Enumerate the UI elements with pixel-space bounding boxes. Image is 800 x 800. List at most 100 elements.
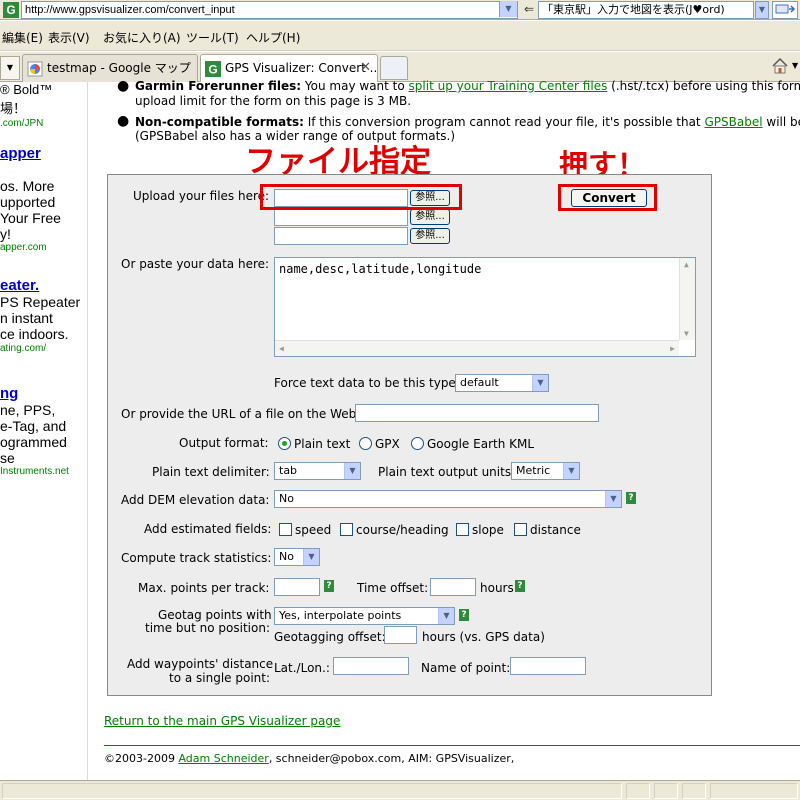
help-icon[interactable]: ? [626,492,636,504]
delimiter-value: tab [279,464,298,477]
checkbox-course-label: course/heading [356,523,449,537]
stats-select[interactable]: No ▼ [274,548,320,566]
help-icon[interactable]: ? [324,580,334,592]
ad-text: n instant [0,310,53,326]
left-ad-column: ® Bold™ 場！ .com/JPN apper os. More uppor… [0,82,87,490]
radio-gpx[interactable] [359,437,372,450]
annotation-convert-highlight [558,184,657,211]
paste-data-textarea[interactable]: name,desc,latitude,longitude ▲ ▼ ◀ ▶ [274,257,696,357]
address-dropdown-icon[interactable]: ▼ [499,1,517,17]
tab-list-chevron-icon[interactable]: ▼ [0,56,20,80]
split-training-center-link[interactable]: split up your Training Center files [409,79,608,93]
search-input[interactable]: 「東京駅」入力で地図を表示(J♥ord) [538,1,754,19]
help-icon[interactable]: ? [459,609,469,621]
chevron-down-icon: ▼ [344,463,360,479]
upload-file-input-3[interactable] [274,227,408,245]
checkbox-course-heading[interactable] [340,523,353,536]
search-dropdown-icon[interactable]: ▼ [755,1,769,19]
chevron-down-icon: ▼ [532,375,548,391]
help-icon[interactable]: ? [515,580,525,592]
noncompat-note: Non-compatible formats: If this conversi… [135,115,800,129]
ad-text: e-Tag, and [0,418,67,434]
tab-testmap[interactable]: testmap - Google マップ [22,54,198,82]
scroll-up-arrow-icon[interactable]: ▲ [684,260,689,269]
ad-url[interactable]: Instruments.net [0,466,69,477]
browse-button-3[interactable]: 参照... [410,228,450,244]
status-text-panel [2,783,622,799]
menu-edit[interactable]: 編集(E) [2,29,43,46]
search-go-button[interactable] [772,1,798,19]
ad-url[interactable]: .com/JPN [0,118,43,129]
status-panel [654,783,678,799]
estimated-fields-label: Add estimated fields: [144,522,272,536]
author-link[interactable]: Adam Schneider [178,752,268,765]
upload-label: Upload your files here: [133,189,270,203]
radio-plain-text[interactable] [278,437,291,450]
ad-text: y! [0,226,11,242]
chevron-down-icon: ▼ [438,608,454,624]
max-points-input[interactable] [274,578,320,596]
delimiter-select[interactable]: tab ▼ [274,462,361,480]
scroll-right-arrow-icon[interactable]: ▶ [670,344,675,353]
textarea-horizontal-scrollbar[interactable]: ◀ ▶ [275,340,679,356]
menu-view[interactable]: 表示(V) [48,29,90,46]
geotag-hours-label: hours (vs. GPS data) [422,630,545,644]
home-dropdown-icon[interactable]: ▼ [792,61,798,70]
units-label: Plain text output units: [378,465,516,479]
noncompat-text-2: will be able [766,115,800,129]
tab-label: GPS Visualizer: Convert ... [225,61,378,75]
scroll-down-arrow-icon[interactable]: ▼ [684,329,689,338]
url-input[interactable] [355,404,599,422]
geotag-offset-input[interactable] [384,626,417,644]
ad-text: upported [0,194,56,210]
ad-title-link[interactable]: ng [0,385,18,402]
ad-title-link[interactable]: eater. [0,277,39,294]
radio-kml-label: Google Earth KML [427,437,535,451]
point-name-input[interactable] [510,657,586,675]
hours-label: hours [480,581,514,595]
google-maps-favicon-icon [27,61,43,77]
return-main-page-link[interactable]: Return to the main GPS Visualizer page [104,714,340,728]
menu-bar: 編集(E) 表示(V) お気に入り(A) ツール(T) ヘルプ(H) [0,21,800,51]
scroll-left-arrow-icon[interactable]: ◀ [279,344,284,353]
new-tab-button[interactable] [380,56,408,80]
ad-url[interactable]: ating.com/ [0,343,46,354]
search-back-arrow-icon[interactable]: ⇐ [524,2,534,16]
dem-select[interactable]: No ▼ [274,490,622,508]
tab-label: testmap - Google マップ [47,61,191,75]
dem-label: Add DEM elevation data: [121,493,270,507]
convert-form: Upload your files here: 参照... 参照... 参照..… [107,174,712,696]
menu-help[interactable]: ヘルプ(H) [246,29,300,46]
radio-gpx-label: GPX [375,437,400,451]
geotag-select[interactable]: Yes, interpolate points ▼ [274,607,455,625]
time-offset-label: Time offset: [357,581,429,595]
status-zone-panel [710,783,798,799]
ad-url[interactable]: apper.com [0,242,47,253]
search-go-icon [775,4,796,14]
checkbox-distance[interactable] [514,523,527,536]
upload-limit-text: upload limit for the form on this page i… [135,94,412,108]
menu-tools[interactable]: ツール(T) [186,29,239,46]
checkbox-slope[interactable] [456,523,469,536]
textarea-vertical-scrollbar[interactable]: ▲ ▼ [679,258,695,340]
garmin-note: Garmin Forerunner files: You may want to… [135,79,800,93]
geotag-value: Yes, interpolate points [279,609,402,622]
browse-button-2[interactable]: 参照... [410,209,450,225]
close-tab-icon[interactable]: ✕ [360,55,371,81]
upload-file-input-2[interactable] [274,208,408,226]
ad-title-link[interactable]: apper [0,145,41,162]
menu-favorites[interactable]: お気に入り(A) [103,29,181,46]
force-type-select[interactable]: default ▼ [455,374,549,392]
time-offset-input[interactable] [430,578,476,596]
gpsbabel-link[interactable]: GPSBabel [704,115,762,129]
home-icon[interactable] [771,57,789,75]
units-select[interactable]: Metric ▼ [511,462,580,480]
radio-google-earth-kml[interactable] [411,437,424,450]
checkbox-speed[interactable] [279,523,292,536]
chevron-down-icon: ▼ [563,463,579,479]
address-input[interactable]: http://www.gpsvisualizer.com/convert_inp… [21,1,518,19]
footer-copyright: ©2003-2009 Adam Schneider, schneider@pob… [104,752,514,765]
bullet-dot: ● [117,78,130,94]
latlon-input[interactable] [333,657,409,675]
address-bar: G http://www.gpsvisualizer.com/convert_i… [0,0,800,20]
